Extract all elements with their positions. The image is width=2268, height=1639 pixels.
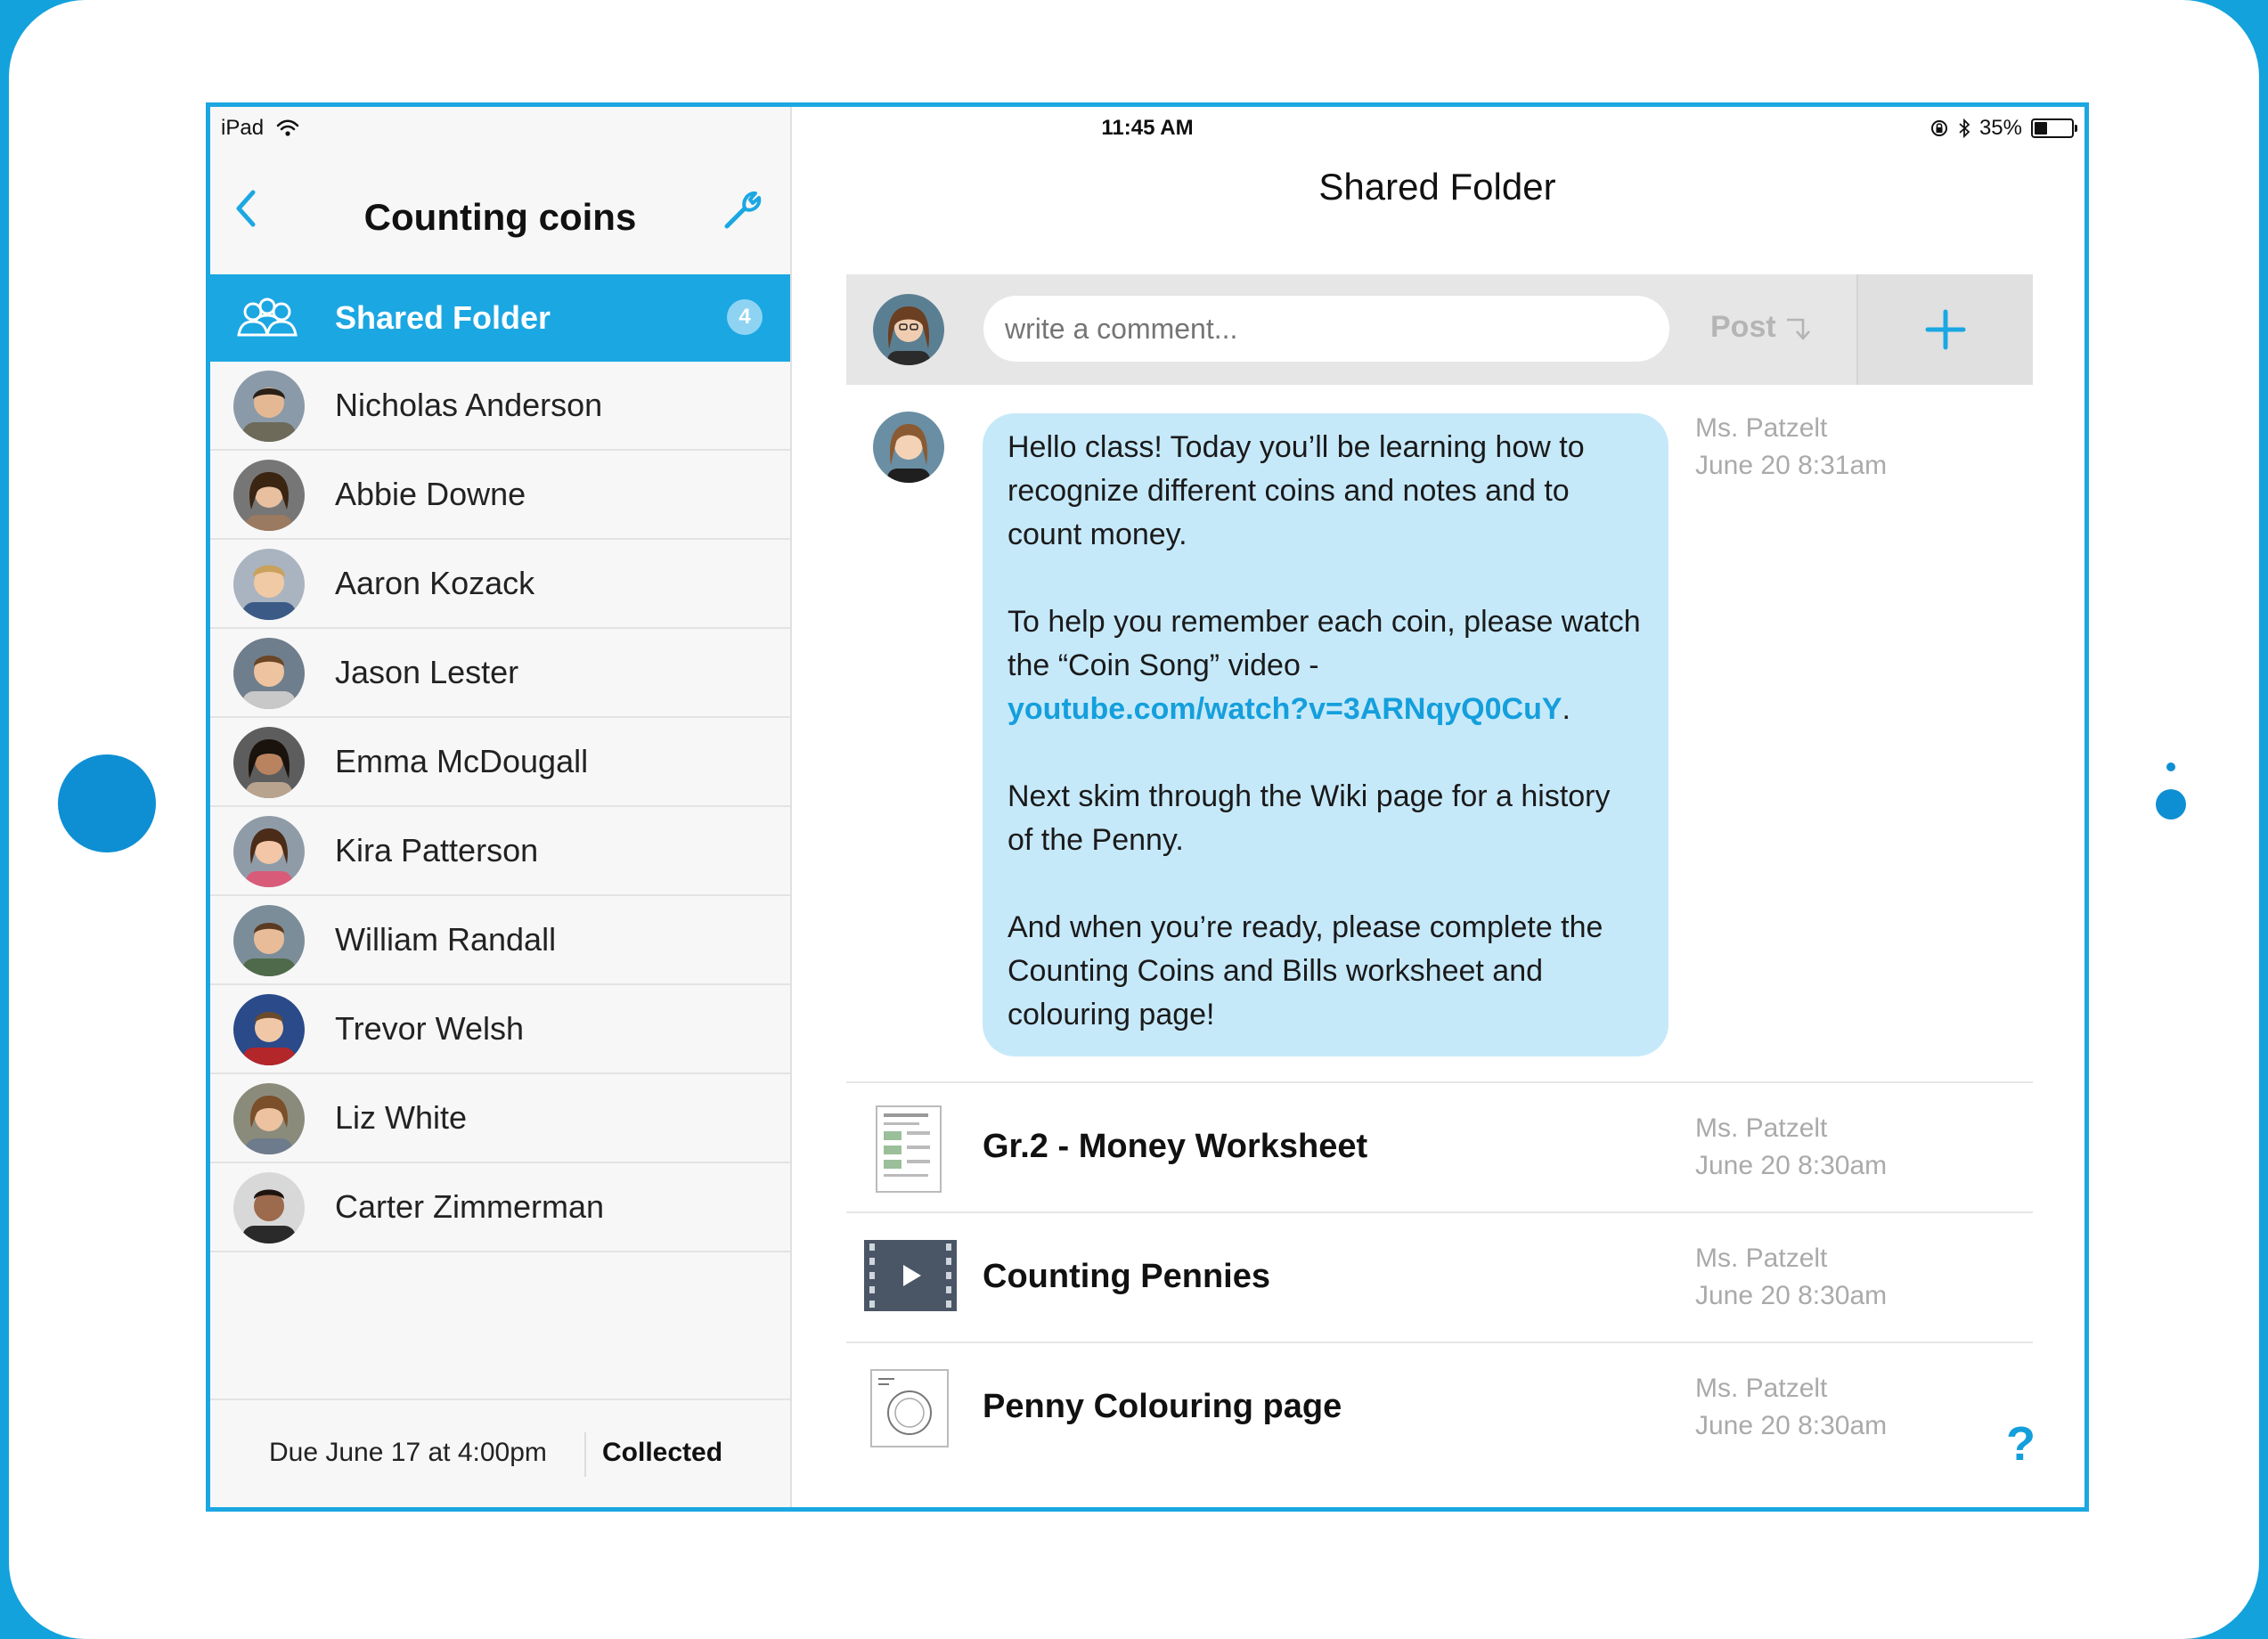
student-row[interactable]: Nicholas Anderson: [210, 362, 790, 451]
student-name: Abbie Downe: [335, 476, 526, 512]
student-row[interactable]: Emma McDougall: [210, 718, 790, 807]
comment-composer: Post: [846, 274, 2033, 385]
message-paragraph: Next skim through the Wiki page for a hi…: [1008, 779, 1611, 857]
student-avatar: [233, 905, 305, 976]
sidebar: Counting coins Shared Folder 4 Nicholas …: [210, 107, 792, 1507]
status-bar: iPad 11:45 AM 35%: [210, 107, 2084, 150]
worksheet-thumbnail-icon: [876, 1105, 942, 1193]
file-date: June 20 8:30am: [1695, 1281, 1888, 1310]
student-avatar: [233, 816, 305, 887]
message-meta: Ms. Patzelt June 20 8:31am: [1695, 410, 1887, 485]
file-row-worksheet[interactable]: Gr.2 - Money Worksheet Ms. Patzelt June …: [846, 1081, 2033, 1213]
message-paragraph: And when you’re ready, please complete t…: [1008, 910, 1603, 1032]
file-title: Counting Pennies: [983, 1258, 1270, 1295]
message-text: To help you remember each coin, please w…: [1008, 605, 1641, 682]
student-avatar: [233, 549, 305, 620]
return-arrow-icon: [1786, 318, 1810, 340]
shared-folder-item[interactable]: Shared Folder 4: [210, 274, 790, 362]
ipad-screen: Counting coins Shared Folder 4 Nicholas …: [206, 102, 2089, 1512]
comment-input[interactable]: [983, 296, 1669, 362]
bluetooth-icon: [1959, 118, 1970, 139]
file-meta: Ms. Patzelt June 20 8:30am: [1695, 1110, 1887, 1185]
file-date: June 20 8:30am: [1695, 1151, 1888, 1180]
video-link[interactable]: youtube.com/watch?v=3ARNqyQ0CuY: [1008, 692, 1562, 726]
message-paragraph: Hello class! Today you’ll be learning ho…: [1008, 430, 1585, 551]
battery-level: [2035, 122, 2047, 135]
student-list: Nicholas Anderson Abbie Downe Aaron Koza…: [210, 362, 790, 1252]
page-title: Shared Folder: [1318, 166, 1556, 208]
collection-status[interactable]: Collected: [602, 1438, 722, 1468]
shared-folder-label: Shared Folder: [335, 299, 551, 336]
camera-sensor: [2166, 762, 2175, 771]
message-date: June 20 8:31am: [1695, 451, 1888, 480]
student-avatar: [233, 371, 305, 442]
student-row[interactable]: Aaron Kozack: [210, 540, 790, 629]
file-author: Ms. Patzelt: [1695, 1374, 1828, 1403]
message-paragraph: To help you remember each coin, please w…: [1008, 600, 1644, 731]
student-name: Aaron Kozack: [335, 565, 535, 601]
message-bubble: Hello class! Today you’ll be learning ho…: [983, 413, 1668, 1056]
unread-count-badge: 4: [727, 299, 763, 335]
message-author: Ms. Patzelt: [1695, 413, 1828, 443]
wrench-icon[interactable]: [718, 183, 768, 233]
link-suffix: .: [1562, 692, 1570, 726]
home-button[interactable]: [58, 754, 156, 852]
plus-icon: [1925, 309, 1966, 350]
student-name: Jason Lester: [335, 654, 519, 690]
file-author: Ms. Patzelt: [1695, 1244, 1828, 1273]
file-author: Ms. Patzelt: [1695, 1113, 1828, 1143]
student-row[interactable]: Trevor Welsh: [210, 985, 790, 1074]
teacher-avatar: [873, 412, 944, 483]
student-row[interactable]: Abbie Downe: [210, 451, 790, 540]
rotation-lock-icon: [1930, 120, 1947, 136]
student-avatar: [233, 1083, 305, 1154]
file-title: Penny Colouring page: [983, 1388, 1342, 1425]
student-name: Carter Zimmerman: [335, 1188, 605, 1225]
student-row[interactable]: Liz White: [210, 1074, 790, 1163]
student-avatar: [233, 460, 305, 531]
add-attachment-button[interactable]: [1856, 274, 2033, 385]
post-button[interactable]: Post: [1710, 310, 1810, 345]
footer-divider: [584, 1432, 586, 1477]
student-name: Nicholas Anderson: [335, 387, 603, 423]
group-icon: [237, 298, 298, 337]
student-row[interactable]: William Randall: [210, 896, 790, 985]
file-title: Gr.2 - Money Worksheet: [983, 1128, 1368, 1165]
teacher-avatar: [873, 294, 944, 365]
sidebar-header: Counting coins: [210, 150, 790, 265]
student-row[interactable]: Carter Zimmerman: [210, 1163, 790, 1252]
file-row-video[interactable]: Counting Pennies Ms. Patzelt June 20 8:3…: [846, 1211, 2033, 1343]
student-avatar: [233, 638, 305, 709]
file-meta: Ms. Patzelt June 20 8:30am: [1695, 1240, 1887, 1315]
student-name: Kira Patterson: [335, 832, 539, 868]
student-avatar: [233, 1172, 305, 1244]
student-name: Emma McDougall: [335, 743, 589, 779]
help-icon[interactable]: ?: [2006, 1416, 2035, 1472]
file-meta: Ms. Patzelt June 20 8:30am: [1695, 1370, 1887, 1445]
due-date: Due June 17 at 4:00pm: [269, 1438, 547, 1467]
assignment-footer: Due June 17 at 4:00pm Collected: [210, 1398, 790, 1507]
video-icon: [864, 1240, 957, 1311]
student-row[interactable]: Kira Patterson: [210, 807, 790, 896]
student-name: Trevor Welsh: [335, 1010, 525, 1047]
student-name: Liz White: [335, 1099, 468, 1136]
student-name: William Randall: [335, 921, 557, 958]
clock: 11:45 AM: [1101, 116, 1194, 140]
student-avatar: [233, 727, 305, 798]
student-row[interactable]: Jason Lester: [210, 629, 790, 718]
battery-icon: [2031, 118, 2077, 138]
camera-lens: [2156, 789, 2186, 820]
colouring-page-thumbnail-icon: [870, 1369, 949, 1447]
file-date: June 20 8:30am: [1695, 1411, 1888, 1440]
post-label: Post: [1710, 310, 1776, 344]
battery-percent: 35%: [1978, 116, 2022, 140]
file-row-colouring-page[interactable]: Penny Colouring page Ms. Patzelt June 20…: [846, 1341, 2033, 1473]
assignment-title: Counting coins: [363, 196, 637, 238]
student-avatar: [233, 994, 305, 1065]
message-post: Hello class! Today you’ll be learning ho…: [846, 401, 2033, 1056]
